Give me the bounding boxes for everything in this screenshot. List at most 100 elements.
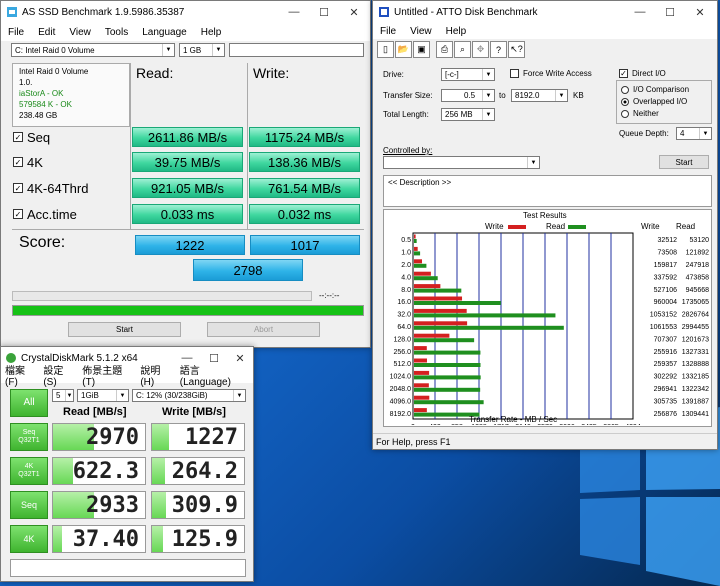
menu-file[interactable]: File (1, 27, 31, 38)
menu-help[interactable]: Help (439, 26, 474, 37)
chevron-down-icon: ▼ (116, 390, 128, 401)
read-value: 247918 (686, 262, 709, 269)
checkbox-icon[interactable]: ✓ (13, 183, 23, 193)
atto-window: Untitled - ATTO Disk Benchmark — ☐ ✕ Fil… (372, 0, 718, 450)
all-button[interactable]: All (10, 389, 48, 417)
menu-settings[interactable]: 設定(S) (40, 362, 79, 388)
move-icon[interactable]: ✥ (472, 41, 489, 58)
read-value: 1322342 (682, 386, 709, 393)
menu-help[interactable]: 說明(H) (137, 362, 176, 388)
open-icon[interactable]: 📂 (395, 41, 412, 58)
minimize-button[interactable]: — (625, 1, 655, 23)
drive-select[interactable]: [-c-] ▼ (441, 68, 495, 81)
menu-tools[interactable]: Tools (98, 27, 135, 38)
start-button[interactable]: Start (659, 155, 709, 169)
size-select[interactable]: 1 GB ▼ (179, 43, 225, 57)
transfer-from-select[interactable]: 0.5 ▼ (441, 89, 495, 102)
to-label: to (499, 91, 506, 100)
drive-select[interactable]: C: Intel Raid 0 Volume ▼ (11, 43, 175, 57)
minimize-button[interactable]: — (279, 1, 309, 23)
sub-progress (12, 291, 312, 301)
4k-q32t1-button[interactable]: 4K Q32T1 (10, 457, 48, 485)
cdm-menubar: 檔案(F) 設定(S) 佈景主題(T) 說明(H) 語言(Language) (1, 366, 253, 388)
menu-file[interactable]: File (373, 26, 403, 37)
write-bar (414, 346, 427, 351)
menu-theme[interactable]: 佈景主題(T) (79, 362, 137, 388)
close-button[interactable]: ✕ (339, 1, 369, 23)
write-bar (414, 259, 422, 264)
row-4k-64thrd[interactable]: ✓ 4K-64Thrd (13, 178, 88, 198)
menu-language[interactable]: Language (135, 27, 194, 38)
write-bar (152, 458, 165, 484)
help-icon[interactable]: ? (490, 41, 507, 58)
4k64-write-result: 761.54 MB/s (249, 178, 360, 198)
abort-button[interactable]: Abort (207, 322, 320, 337)
read-bar (414, 387, 481, 392)
write-bar (414, 271, 431, 276)
write-value: 159817 (654, 262, 677, 269)
x-tick-label: 1288 (471, 424, 487, 425)
comment-input[interactable] (10, 559, 246, 577)
write-value: 707307 (654, 336, 677, 343)
checkbox-icon[interactable]: ✓ (13, 132, 23, 142)
menu-view[interactable]: View (62, 27, 98, 38)
force-write-checkbox[interactable]: Force Write Access (510, 69, 592, 78)
context-help-icon[interactable]: ↖? (508, 41, 525, 58)
write-value: 1061553 (650, 324, 677, 331)
seq-read-result: 2611.86 MB/s (132, 127, 243, 147)
controlled-by-select[interactable]: ▼ (383, 156, 540, 169)
status-bar: For Help, press F1 (373, 433, 717, 449)
y-tick-label: 4.0 (401, 274, 411, 281)
row-seq[interactable]: ✓ Seq (13, 127, 50, 147)
y-tick-label: 0.5 (401, 237, 411, 244)
checkbox-icon[interactable]: ✓ (13, 209, 23, 219)
drive-select[interactable]: C: 12% (30/238GiB) ▼ (132, 389, 246, 402)
menu-language[interactable]: 語言(Language) (177, 362, 253, 388)
menu-file[interactable]: 檔案(F) (1, 362, 40, 388)
io-comparison-radio[interactable]: I/O Comparison (621, 85, 689, 94)
atto-title: Untitled - ATTO Disk Benchmark (394, 6, 538, 18)
checkbox-icon[interactable]: ✓ (13, 157, 23, 167)
read-value: 1391887 (682, 398, 709, 405)
menu-help[interactable]: Help (194, 27, 229, 38)
seq-q32t1-button[interactable]: Seq Q32T1 (10, 423, 48, 451)
read-bar (414, 251, 421, 256)
as-ssd-title: AS SSD Benchmark 1.9.5986.35387 (22, 6, 185, 18)
total-length-select[interactable]: 256 MB ▼ (441, 108, 495, 121)
direct-io-checkbox[interactable]: ✓ Direct I/O (619, 69, 666, 78)
close-button[interactable]: ✕ (685, 1, 715, 23)
as-ssd-titlebar: AS SSD Benchmark 1.9.5986.35387 — ☐ ✕ (1, 1, 370, 23)
print-preview-icon[interactable]: ⌕ (454, 41, 471, 58)
maximize-button[interactable]: ☐ (655, 1, 685, 23)
read-bar (53, 526, 63, 552)
neither-radio[interactable]: Neither (621, 109, 659, 118)
new-icon[interactable]: ▯ (377, 41, 394, 58)
y-tick-label: 128.0 (393, 336, 411, 343)
write-value: 73508 (658, 250, 678, 257)
write-bar (152, 424, 170, 450)
read-value: 1201673 (682, 336, 709, 343)
x-tick-label: 1717 (493, 424, 509, 425)
description-box[interactable]: << Description >> (383, 175, 712, 207)
write-value: 256876 (654, 411, 677, 418)
start-button[interactable]: Start (68, 322, 181, 337)
seq-button[interactable]: Seq (10, 491, 48, 519)
read-bar (414, 338, 475, 343)
4k-button[interactable]: 4K (10, 525, 48, 553)
overlapped-io-radio[interactable]: Overlapped I/O (621, 97, 687, 106)
menu-view[interactable]: View (403, 26, 439, 37)
4k-read-result: 39.75 MB/s (132, 152, 243, 172)
y-tick-label: 8192.0 (390, 411, 412, 418)
transfer-to-select[interactable]: 8192.0 ▼ (511, 89, 568, 102)
maximize-button[interactable]: ☐ (309, 1, 339, 23)
size-select[interactable]: 1GiB ▼ (77, 389, 129, 402)
count-select[interactable]: 5 ▼ (52, 389, 74, 402)
queue-depth-select[interactable]: 4 ▼ (676, 127, 712, 140)
save-icon[interactable]: ▣ (413, 41, 430, 58)
atto-chart: 0 429 858 1288 1717 2146 2576 3006 3435 3865 4294 0… (390, 232, 709, 425)
print-icon[interactable]: ⎙ (436, 41, 453, 58)
menu-edit[interactable]: Edit (31, 27, 62, 38)
row-4k[interactable]: ✓ 4K (13, 152, 43, 172)
x-tick-label: 3865 (603, 424, 619, 425)
row-acc-time[interactable]: ✓ Acc.time (13, 204, 77, 224)
